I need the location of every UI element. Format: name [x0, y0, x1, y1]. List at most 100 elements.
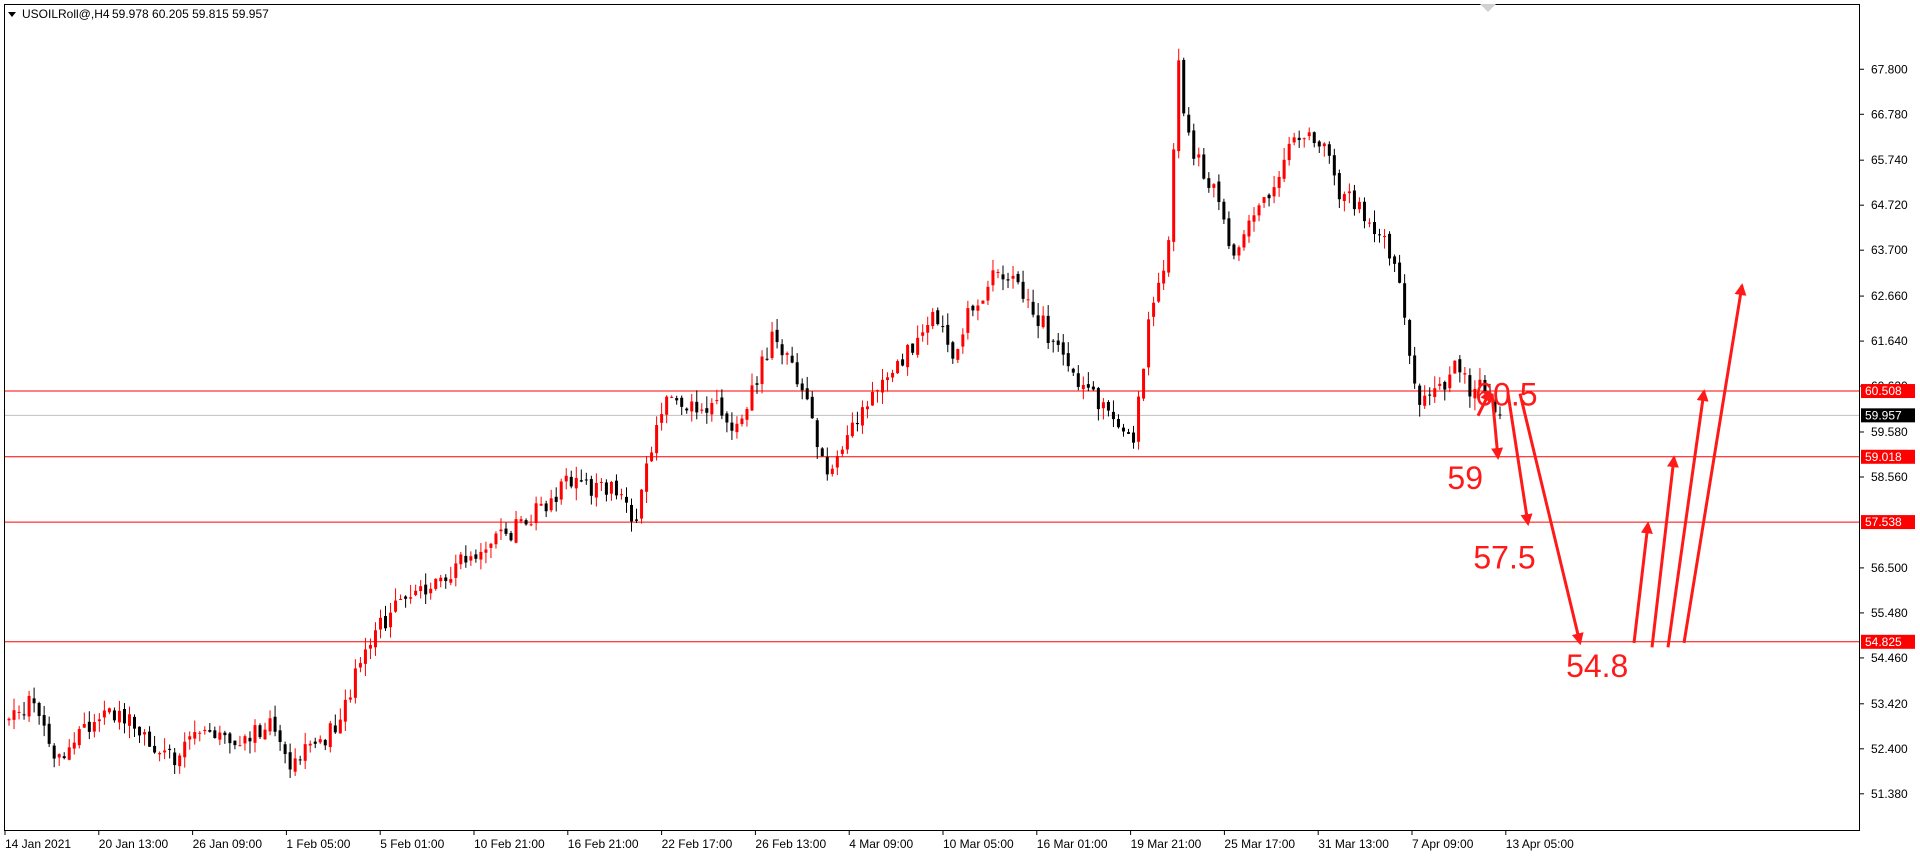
candle-body	[52, 745, 56, 759]
candle-body	[589, 479, 593, 496]
annotation-label: 59	[1447, 460, 1483, 496]
candle-body	[429, 588, 433, 594]
candle-body	[1006, 279, 1010, 281]
candle-body	[1227, 218, 1231, 247]
candle-body	[1197, 154, 1201, 158]
candle-body	[891, 372, 895, 378]
candle-body	[645, 463, 649, 492]
x-tick-label: 22 Feb 17:00	[662, 837, 733, 851]
candle-body	[404, 596, 408, 599]
candle-body	[519, 519, 523, 522]
x-tick-label: 1 Feb 05:00	[286, 837, 350, 851]
candle-body	[348, 697, 352, 700]
candle-body	[338, 719, 342, 734]
candle-body	[474, 554, 478, 559]
candle-body	[1127, 432, 1131, 434]
candle-body	[1147, 319, 1151, 368]
candle-body	[1292, 137, 1296, 143]
candle-body	[815, 420, 819, 448]
y-tick-label: 55.480	[1871, 606, 1908, 620]
candle-body	[855, 422, 859, 425]
y-tick-label: 59.580	[1871, 425, 1908, 439]
candle-body	[1086, 384, 1090, 388]
candle-body	[168, 748, 172, 750]
candle-body	[640, 489, 644, 519]
x-tick-label: 10 Feb 21:00	[474, 837, 545, 851]
candle	[1137, 391, 1141, 450]
candle-body	[409, 597, 413, 599]
candle-body	[564, 475, 568, 482]
y-tick-label: 61.640	[1871, 334, 1908, 348]
x-tick-label: 10 Mar 05:00	[943, 837, 1014, 851]
candle-body	[499, 529, 503, 532]
candle-body	[1342, 194, 1346, 202]
candle-body	[1172, 149, 1176, 242]
candle-body	[1362, 201, 1366, 222]
candle-body	[1041, 315, 1045, 328]
candle-body	[961, 334, 965, 347]
candle-body	[619, 494, 623, 496]
y-tick-label: 62.660	[1871, 289, 1908, 303]
candle-body	[725, 413, 729, 423]
candle-body	[579, 480, 583, 482]
x-tick-label: 5 Feb 01:00	[380, 837, 444, 851]
candle	[434, 578, 438, 591]
candle-body	[92, 722, 96, 732]
candle-body	[966, 308, 970, 333]
candle-body	[12, 710, 16, 720]
candle-body	[1272, 187, 1276, 197]
candle-body	[1061, 342, 1065, 355]
ohlc-readout: 59.978 60.205 59.815 59.957	[112, 7, 269, 21]
candle-body	[896, 361, 900, 374]
candle-body	[850, 422, 854, 437]
candle	[896, 359, 900, 374]
current-price-tag-label: 59.957	[1865, 408, 1902, 422]
candle-body	[1448, 374, 1452, 389]
candle-body	[1192, 130, 1196, 159]
plot-frame	[4, 4, 1860, 831]
candle	[258, 723, 262, 739]
candle-body	[1187, 114, 1191, 133]
x-tick-label: 4 Mar 09:00	[849, 837, 913, 851]
candle	[820, 447, 824, 457]
x-tick-label: 26 Feb 13:00	[755, 837, 826, 851]
candle-body	[715, 400, 719, 402]
candle-body	[830, 468, 834, 475]
candle-body	[298, 759, 302, 761]
candle-body	[193, 732, 197, 739]
candle	[1182, 57, 1186, 117]
candle-body	[323, 739, 327, 746]
candle-body	[188, 736, 192, 740]
x-tick-label: 25 Mar 17:00	[1224, 837, 1295, 851]
candle-body	[158, 752, 162, 755]
candle-body	[1056, 340, 1060, 345]
candle-body	[705, 408, 709, 413]
candle	[1167, 236, 1171, 277]
candle-body	[865, 406, 869, 410]
candle-body	[228, 733, 232, 744]
candle-body	[996, 271, 1000, 273]
candle-body	[971, 305, 975, 311]
candle-body	[1398, 262, 1402, 283]
candle-body	[449, 579, 453, 583]
candle-body	[624, 496, 628, 503]
candle-body	[785, 353, 789, 355]
candle-body	[665, 396, 669, 415]
candle-body	[343, 699, 347, 722]
x-tick-label: 16 Feb 21:00	[568, 837, 639, 851]
candle-body	[599, 482, 603, 484]
price-chart: 60.5 59 57.5 54.8 67.800 66.780 65.740 64.720 6…	[4, 4, 1915, 851]
candle-body	[1378, 234, 1382, 236]
candle-body	[308, 743, 312, 746]
candle-body	[208, 730, 212, 732]
candle-body	[373, 630, 377, 648]
candle-body	[248, 737, 252, 742]
candle-body	[77, 729, 81, 746]
candle-body	[233, 740, 237, 746]
candle-body	[1021, 281, 1025, 299]
candle-body	[37, 702, 41, 717]
candle-body	[1132, 432, 1136, 443]
candle	[1453, 360, 1457, 374]
candle-body	[223, 732, 227, 736]
candle-body	[1217, 181, 1221, 203]
